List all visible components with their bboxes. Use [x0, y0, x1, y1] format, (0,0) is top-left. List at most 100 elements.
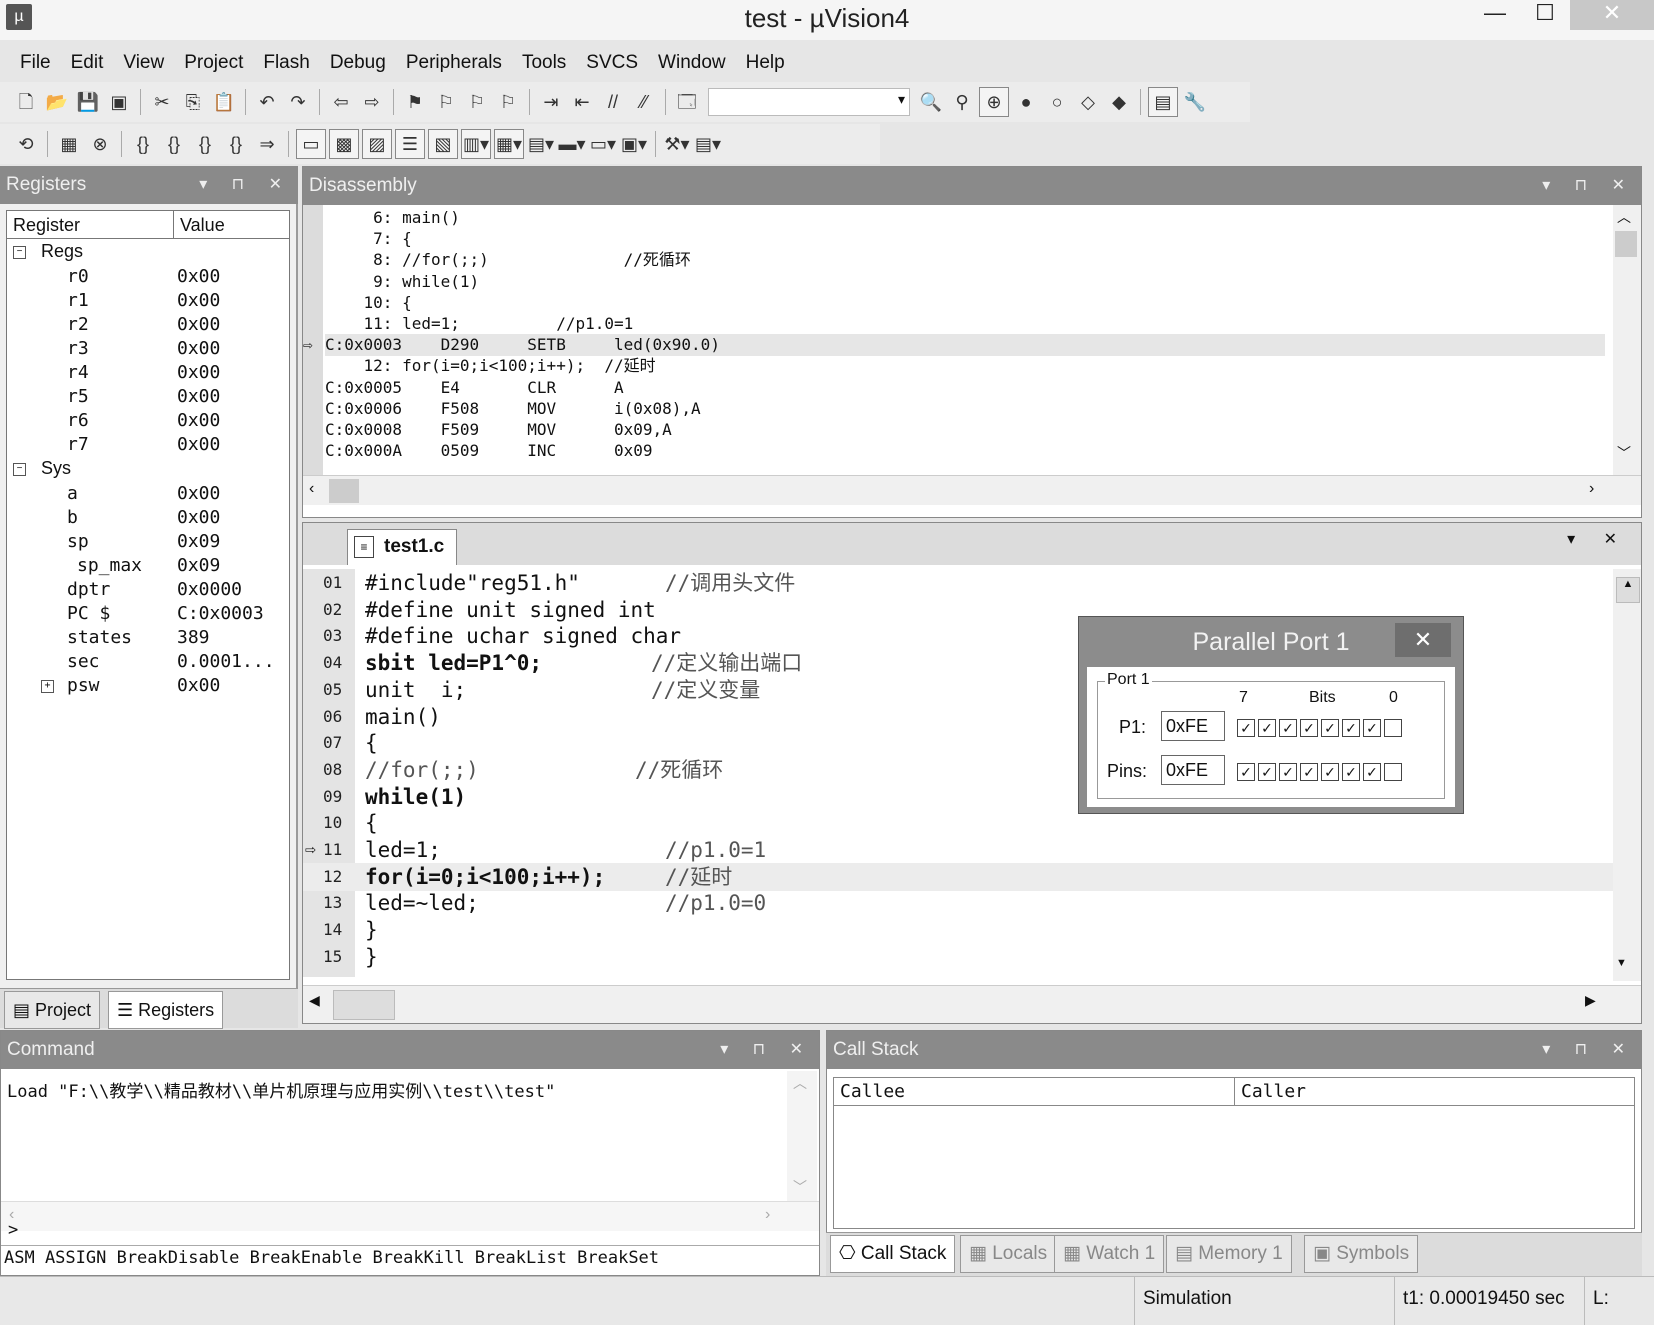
- scroll-left-icon[interactable]: ‹: [309, 480, 314, 498]
- code-line[interactable]: 15}: [303, 943, 1613, 971]
- collapse-toggle-icon[interactable]: −: [13, 246, 26, 259]
- register-row[interactable]: dptr 0x0000: [7, 577, 289, 602]
- pins-bit-2-checkbox[interactable]: ✓: [1342, 763, 1360, 781]
- code-line[interactable]: 14}: [303, 916, 1613, 944]
- register-row[interactable]: b 0x00: [7, 505, 289, 530]
- register-value[interactable]: 0x00: [177, 360, 220, 385]
- p1-bit-1-checkbox[interactable]: ✓: [1363, 719, 1381, 737]
- register-row[interactable]: r5 0x00: [7, 384, 289, 409]
- pins-bit-6-checkbox[interactable]: ✓: [1258, 763, 1276, 781]
- copy-icon[interactable]: ⎘: [179, 88, 207, 116]
- tab-call-stack[interactable]: ⎔ Call Stack: [830, 1235, 956, 1273]
- uncomment-icon[interactable]: ⁄⁄: [630, 88, 658, 116]
- system-viewer-icon[interactable]: ▣▾: [620, 130, 648, 158]
- menu-edit[interactable]: Edit: [61, 52, 114, 74]
- step-into-icon[interactable]: {}: [129, 130, 157, 158]
- disassembly-window-icon[interactable]: ▩: [329, 129, 359, 159]
- open-file-icon[interactable]: 📂: [43, 88, 71, 116]
- prev-bookmark-icon[interactable]: ⚐: [432, 88, 460, 116]
- disassembly-line[interactable]: 12: for(i=0;i<100;i++); //延时: [325, 355, 1605, 377]
- register-row[interactable]: states 389: [7, 625, 289, 650]
- disassembly-line[interactable]: C:0x000A 0509 INC 0x09: [325, 440, 1605, 462]
- register-row[interactable]: r7 0x00: [7, 432, 289, 457]
- code-line[interactable]: 12 for(i=0;i<100;i++); //延时: [303, 862, 1613, 891]
- menu-debug[interactable]: Debug: [320, 52, 396, 74]
- p1-bit-2-checkbox[interactable]: ✓: [1342, 719, 1360, 737]
- disassembly-line[interactable]: C:0x0008 F509 MOV 0x09,A: [325, 419, 1605, 441]
- command-horizontal-scrollbar[interactable]: ‹ ›: [1, 1201, 819, 1231]
- close-dialog-button[interactable]: ✕: [1395, 623, 1451, 657]
- scroll-right-icon[interactable]: ▶: [1585, 992, 1596, 1009]
- find-icon[interactable]: 🔍: [917, 88, 945, 116]
- p1-bit-7-checkbox[interactable]: ✓: [1237, 719, 1255, 737]
- panel-controls[interactable]: ▾ ⊓ ✕: [1542, 1031, 1635, 1069]
- disassembly-horizontal-scrollbar[interactable]: ‹ ›: [303, 475, 1641, 505]
- register-value[interactable]: 0x09: [177, 529, 220, 554]
- disassembly-line[interactable]: 10: {: [325, 292, 1605, 314]
- scroll-thumb[interactable]: [329, 479, 359, 503]
- navigate-back-icon[interactable]: ⇦: [327, 88, 355, 116]
- register-value[interactable]: 0x00: [177, 264, 220, 289]
- disassembly-listing[interactable]: 6: main() 7: { 8: //for(;;) //死循环 9: whi…: [303, 205, 1613, 475]
- collapse-toggle-icon[interactable]: −: [13, 463, 26, 476]
- pins-bit-3-checkbox[interactable]: ✓: [1321, 763, 1339, 781]
- kill-breakpoints-icon[interactable]: ◆: [1105, 88, 1133, 116]
- disassembly-current-line[interactable]: C:0x0003 D290 SETB led(0x90.0): [325, 334, 1605, 357]
- menu-flash[interactable]: Flash: [253, 52, 319, 74]
- disassembly-vertical-scrollbar[interactable]: ︿ ﹀: [1613, 205, 1641, 475]
- command-window-icon[interactable]: ▭: [296, 129, 326, 159]
- minimize-button[interactable]: —: [1470, 0, 1520, 30]
- window-layout-icon[interactable]: ▤: [1148, 87, 1178, 117]
- maximize-button[interactable]: ☐: [1520, 0, 1570, 30]
- menu-window[interactable]: Window: [648, 52, 736, 74]
- next-bookmark-icon[interactable]: ⚐: [463, 88, 491, 116]
- scroll-up-icon[interactable]: ▲: [1616, 577, 1640, 603]
- tab-symbols[interactable]: ▣ Symbols: [1304, 1235, 1419, 1273]
- redo-icon[interactable]: ↷: [284, 88, 312, 116]
- disassembly-line[interactable]: C:0x0006 F508 MOV i(0x08),A: [325, 398, 1605, 420]
- column-value[interactable]: Value: [174, 211, 225, 238]
- disable-breakpoints-icon[interactable]: ◇: [1074, 88, 1102, 116]
- register-value[interactable]: 0x00: [177, 432, 220, 457]
- scroll-right-icon[interactable]: ›: [765, 1206, 770, 1224]
- panel-controls[interactable]: ▾ ⊓ ✕: [1542, 167, 1635, 205]
- register-row[interactable]: r2 0x00: [7, 312, 289, 337]
- watch-window-icon[interactable]: ▥▾: [461, 129, 491, 159]
- pins-bit-5-checkbox[interactable]: ✓: [1279, 763, 1297, 781]
- p1-value-field[interactable]: 0xFE: [1161, 711, 1225, 741]
- symbols-window-icon[interactable]: ▨: [362, 129, 392, 159]
- register-row[interactable]: PC $ C:0x0003: [7, 601, 289, 626]
- command-prompt[interactable]: >: [8, 1220, 18, 1240]
- register-row[interactable]: r0 0x00: [7, 264, 289, 289]
- code-line[interactable]: 11 led=1; //p1.0=1 ⇨: [303, 836, 1613, 864]
- tab-watch-1[interactable]: ▦ Watch 1: [1054, 1235, 1165, 1273]
- tab-test1-c[interactable]: ≡ test1.c: [347, 529, 457, 565]
- scroll-left-icon[interactable]: ◀: [309, 992, 320, 1009]
- register-value[interactable]: 0.0001...: [177, 649, 275, 674]
- column-register[interactable]: Register: [7, 211, 174, 238]
- pins-bit-1-checkbox[interactable]: ✓: [1363, 763, 1381, 781]
- register-row[interactable]: r6 0x00: [7, 408, 289, 433]
- register-value[interactable]: 0x00: [177, 505, 220, 530]
- unindent-icon[interactable]: ⇤: [568, 88, 596, 116]
- menu-view[interactable]: View: [113, 52, 174, 74]
- incremental-find-icon[interactable]: ⚲: [948, 88, 976, 116]
- scroll-up-icon[interactable]: ︿: [1617, 207, 1631, 227]
- scroll-down-icon[interactable]: ﹀: [1617, 443, 1631, 463]
- pins-bit-7-checkbox[interactable]: ✓: [1237, 763, 1255, 781]
- configure-icon[interactable]: 🔧: [1181, 88, 1209, 116]
- register-group[interactable]: − Regs: [7, 239, 289, 264]
- scroll-thumb[interactable]: [1615, 231, 1637, 257]
- close-window-button[interactable]: ✕: [1570, 0, 1654, 30]
- register-value[interactable]: 0x00: [177, 481, 220, 506]
- p1-bit-6-checkbox[interactable]: ✓: [1258, 719, 1276, 737]
- register-row[interactable]: sp 0x09: [7, 529, 289, 554]
- editor-vertical-scrollbar[interactable]: ▲ ▼: [1613, 569, 1641, 981]
- disassembly-line[interactable]: 9: while(1): [325, 271, 1605, 293]
- find-combo[interactable]: [708, 88, 910, 116]
- register-row[interactable]: sec 0.0001...: [7, 649, 289, 674]
- menu-svcs[interactable]: SVCS: [576, 52, 648, 74]
- panel-controls[interactable]: ▾ ⊓ ✕: [720, 1031, 813, 1069]
- menu-help[interactable]: Help: [736, 52, 795, 74]
- menu-file[interactable]: File: [10, 52, 61, 74]
